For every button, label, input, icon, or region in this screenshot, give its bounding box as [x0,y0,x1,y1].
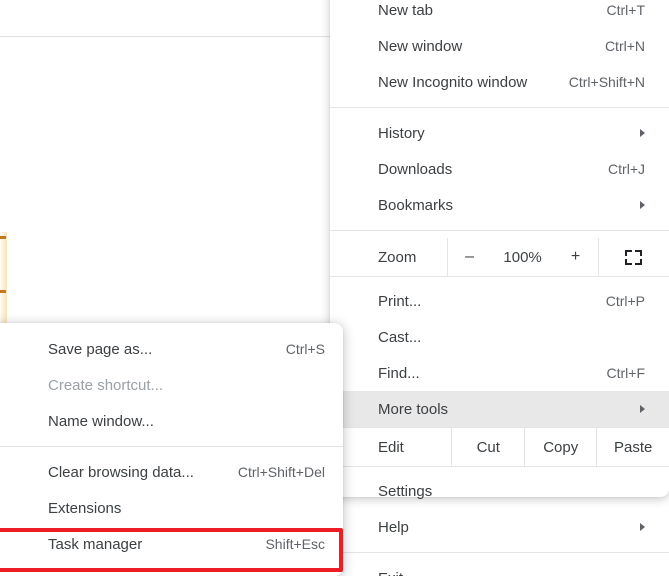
submenu-item-shortcut: Ctrl+Shift+Del [237,464,325,480]
fullscreen-icon [625,249,643,265]
screenshot-root: New tab Ctrl+T New window Ctrl+N New Inc… [0,0,669,576]
menu-separator [330,107,669,108]
submenu-item-shortcut: Shift+Esc [265,536,325,552]
submenu-separator [0,446,343,447]
chevron-right-icon [640,201,645,209]
submenu-item-label: Create shortcut... [48,376,164,394]
zoom-percent-value: 100% [503,248,542,266]
menu-item-label: Bookmarks [378,196,454,214]
menu-item-label: More tools [378,400,449,418]
menu-item-shortcut: Ctrl+F [606,365,646,381]
cut-button[interactable]: Cut [451,428,524,466]
menu-item-help[interactable]: Help [330,509,669,545]
submenu-item-label: Name window... [48,412,154,430]
submenu-item-label: Extensions [48,499,122,517]
menu-item-history[interactable]: History [330,115,669,151]
menu-item-label: Print... [378,292,422,310]
submenu-item-create-shortcut: Create shortcut... [0,367,343,403]
zoom-label: Zoom [378,248,417,266]
submenu-item-save-page-as[interactable]: Save page as... Ctrl+S [0,331,343,367]
chevron-right-icon [640,129,645,137]
zoom-controls: – 100% + [446,238,598,276]
submenu-item-label: Clear browsing data... [48,463,194,481]
menu-separator [330,552,669,553]
menu-item-find[interactable]: Find... Ctrl+F [330,355,669,391]
menu-item-label: Find... [378,364,420,382]
menu-item-label: Settings [378,482,433,500]
menu-item-downloads[interactable]: Downloads Ctrl+J [330,151,669,187]
menu-item-new-incognito-window[interactable]: New Incognito window Ctrl+Shift+N [330,64,669,100]
edit-row: Edit Cut Copy Paste [330,428,669,466]
menu-item-settings[interactable]: Settings [330,473,669,509]
submenu-item-extensions[interactable]: Extensions [0,490,343,526]
page-horizontal-rule [0,36,330,37]
menu-item-new-window[interactable]: New window Ctrl+N [330,28,669,64]
menu-item-shortcut: Ctrl+P [605,293,645,309]
menu-item-cast[interactable]: Cast... [330,319,669,355]
menu-item-shortcut: Ctrl+J [608,161,645,177]
menu-item-label: History [378,124,425,142]
chevron-right-icon [640,405,645,413]
submenu-separator [0,569,343,570]
page-content-mark-2 [0,290,6,293]
menu-item-bookmarks[interactable]: Bookmarks [330,187,669,223]
menu-item-label: Help [378,518,409,536]
zoom-row: Zoom – 100% + [330,238,669,276]
submenu-item-task-manager[interactable]: Task manager Shift+Esc [0,526,343,562]
menu-item-label: New tab [378,1,434,19]
menu-item-shortcut: Ctrl+Shift+N [568,74,645,90]
menu-item-label: Exit [378,571,403,576]
submenu-item-shortcut: Ctrl+S [285,341,325,357]
menu-separator [330,230,669,231]
more-tools-submenu: Save page as... Ctrl+S Create shortcut..… [0,323,343,576]
menu-separator [330,276,669,277]
chevron-right-icon [640,523,645,531]
menu-item-label: Cast... [378,328,422,346]
copy-button[interactable]: Copy [523,428,597,466]
paste-button[interactable]: Paste [596,428,669,466]
submenu-item-name-window[interactable]: Name window... [0,403,343,439]
menu-item-shortcut: Ctrl+T [606,2,646,18]
menu-item-label: Downloads [378,160,453,178]
zoom-out-button[interactable]: – [448,248,492,266]
menu-item-exit[interactable]: Exit [330,560,669,576]
page-content-mark-1 [0,236,6,239]
menu-item-label: New window [378,37,463,55]
edit-label: Edit [378,438,404,456]
menu-item-print[interactable]: Print... Ctrl+P [330,283,669,319]
menu-item-new-tab[interactable]: New tab Ctrl+T [330,0,669,28]
menu-separator [330,466,669,467]
zoom-in-button[interactable]: + [554,248,598,266]
submenu-item-label: Save page as... [48,340,153,358]
menu-item-more-tools[interactable]: More tools [330,391,669,427]
fullscreen-button[interactable] [597,238,669,276]
submenu-item-clear-browsing-data[interactable]: Clear browsing data... Ctrl+Shift+Del [0,454,343,490]
submenu-item-label: Task manager [48,535,143,553]
chrome-main-menu: New tab Ctrl+T New window Ctrl+N New Inc… [330,0,669,576]
menu-item-shortcut: Ctrl+N [604,38,645,54]
menu-item-label: New Incognito window [378,73,528,91]
